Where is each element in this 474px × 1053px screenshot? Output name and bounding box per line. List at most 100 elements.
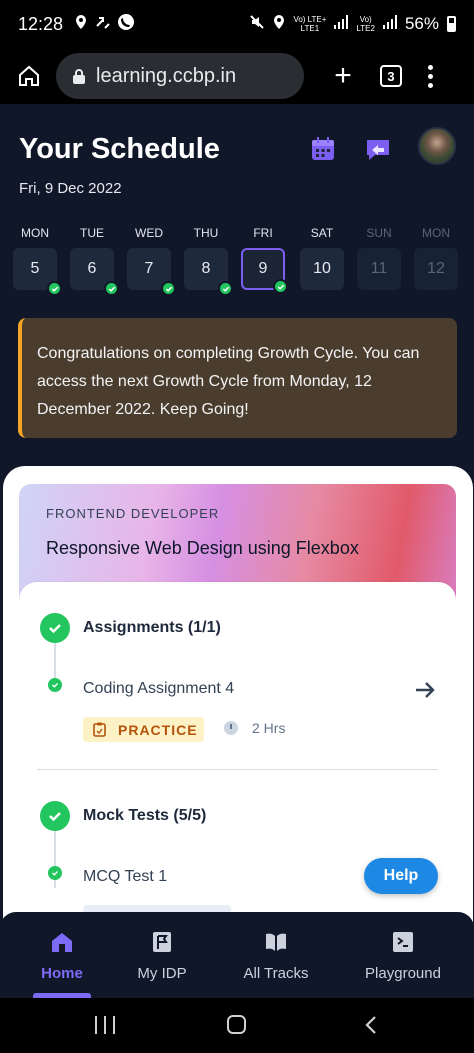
help-button[interactable]: Help [364, 858, 438, 894]
nav-playground[interactable]: Playground [362, 930, 444, 982]
nav-home-label: Home [41, 965, 83, 982]
day-mon-12[interactable]: MON 12 [414, 226, 458, 290]
day-number[interactable]: 6 [70, 248, 119, 296]
system-home-button[interactable] [227, 1015, 246, 1034]
day-fri-9[interactable]: FRI 9 [241, 226, 288, 294]
section-complete-icon [40, 613, 70, 643]
day-complete-icon [104, 281, 119, 296]
back-chevron-icon [365, 1016, 376, 1034]
lock-icon [73, 69, 85, 84]
practice-badge: PRACTICE [83, 717, 204, 742]
bottom-navigation: Home My IDP All Tracks Playground [0, 912, 474, 998]
day-number[interactable]: 7 [127, 248, 176, 296]
day-complete-icon [161, 281, 176, 296]
day-number-text: 12 [427, 260, 445, 277]
current-date: Fri, 9 Dec 2022 [19, 180, 122, 197]
course-track-label: FRONTEND DEVELOPER [46, 506, 220, 521]
recent-apps-button[interactable] [95, 1016, 115, 1034]
mute-icon [249, 14, 265, 35]
section-complete-icon [40, 801, 70, 831]
timeline-line [54, 640, 56, 680]
system-navigation-bar [0, 998, 474, 1053]
day-number-text: 7 [144, 260, 154, 277]
open-assignment-button[interactable] [412, 677, 438, 703]
status-system-icons: Vo) LTE+ LTE1 Vo) LTE2 56% [249, 14, 456, 35]
flag-icon [153, 932, 171, 952]
day-number-selected[interactable]: 9 [241, 248, 288, 294]
day-name: MON [21, 226, 49, 240]
day-number-text: 5 [30, 260, 40, 277]
book-icon [266, 933, 286, 951]
status-bar: 12:28 Vo) LTE+ LTE1 Vo) LTE2 56% [0, 0, 474, 48]
day-thu-8[interactable]: THU 8 [184, 226, 233, 296]
day-name: SUN [366, 226, 392, 240]
clock-icon [224, 721, 238, 735]
day-number[interactable]: 8 [184, 248, 233, 296]
nav-home[interactable]: Home [36, 930, 88, 982]
day-mon-5[interactable]: MON 5 [13, 226, 62, 296]
battery-icon [447, 16, 456, 32]
day-number-text: 11 [370, 260, 388, 277]
day-name: SAT [310, 226, 334, 240]
day-number[interactable]: 10 [300, 248, 344, 290]
growth-cycle-banner: Congratulations on completing Growth Cyc… [18, 318, 457, 438]
address-bar[interactable]: learning.ccbp.in [56, 53, 304, 99]
nav-all-tracks-label: All Tracks [243, 965, 309, 982]
assignments-section-title: Assignments (1/1) [83, 619, 221, 636]
location-pin-icon [273, 14, 285, 35]
day-name: MON [422, 226, 450, 240]
coding-assignment-title[interactable]: Coding Assignment 4 [83, 680, 234, 698]
call-forward-icon [95, 14, 111, 35]
day-name: THU [193, 226, 219, 240]
day-complete-icon [273, 279, 288, 294]
network-label-1: Vo) LTE+ LTE1 [293, 15, 327, 33]
day-number[interactable]: 11 [357, 248, 401, 290]
day-wed-7[interactable]: WED 7 [127, 226, 176, 296]
terminal-icon [393, 932, 413, 952]
day-number-text: 8 [201, 260, 211, 277]
nav-my-idp-label: My IDP [137, 965, 187, 982]
day-name: FRI [253, 226, 273, 240]
announcements-button[interactable] [364, 136, 392, 164]
day-number[interactable]: 5 [13, 248, 62, 296]
assignment-duration: 2 Hrs [252, 720, 286, 736]
day-number-text: 6 [87, 260, 97, 277]
browser-menu-button[interactable] [428, 64, 433, 88]
new-tab-button[interactable]: + [328, 61, 358, 91]
day-number[interactable]: 12 [414, 248, 458, 290]
battery-percent: 56% [404, 14, 439, 33]
day-sun-11[interactable]: SUN 11 [357, 226, 401, 290]
arrow-right-icon [416, 682, 435, 698]
phone-icon [117, 13, 135, 36]
day-name: WED [135, 226, 163, 240]
mock-tests-section-title: Mock Tests (5/5) [83, 807, 207, 824]
home-icon [52, 933, 72, 952]
day-complete-icon [218, 281, 233, 296]
page-title: Your Schedule [19, 133, 220, 165]
day-name: TUE [80, 226, 104, 240]
day-tue-6[interactable]: TUE 6 [70, 226, 119, 296]
browser-toolbar: learning.ccbp.in + 3 [0, 48, 474, 104]
day-complete-icon [47, 281, 62, 296]
tab-switcher-button[interactable]: 3 [380, 65, 402, 87]
system-back-button[interactable] [362, 1015, 382, 1035]
nav-my-idp[interactable]: My IDP [132, 930, 192, 982]
browser-home-button[interactable] [14, 61, 44, 91]
url-text: learning.ccbp.in [96, 64, 237, 87]
calendar-icon [312, 137, 334, 160]
home-icon [19, 65, 39, 86]
megaphone-chat-icon [367, 140, 389, 160]
calendar-button[interactable] [310, 136, 338, 164]
nav-all-tracks[interactable]: All Tracks [240, 930, 312, 982]
clipboard-icon [93, 722, 106, 737]
day-number-text: 9 [258, 260, 268, 277]
practice-badge-label: PRACTICE [118, 721, 198, 738]
signal-icon-1 [334, 14, 349, 34]
profile-avatar[interactable] [418, 127, 456, 165]
mcq-test-title[interactable]: MCQ Test 1 [83, 868, 167, 886]
status-notification-icons [73, 13, 135, 36]
day-sat-10[interactable]: SAT 10 [300, 226, 344, 290]
location-icon [73, 14, 89, 35]
status-time: 12:28 [18, 13, 64, 34]
course-title: Responsive Web Design using Flexbox [46, 538, 359, 558]
